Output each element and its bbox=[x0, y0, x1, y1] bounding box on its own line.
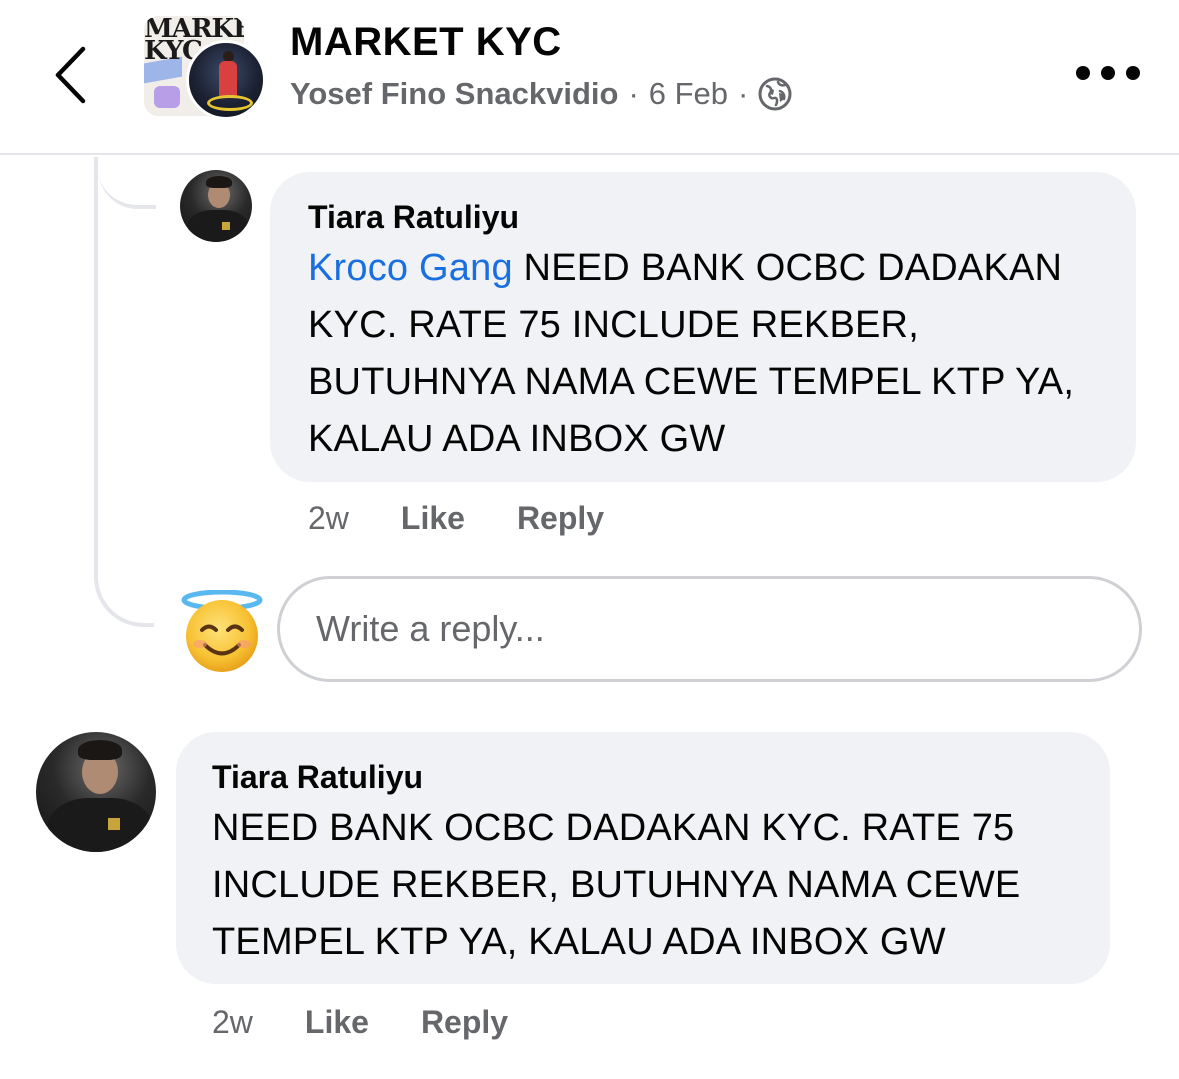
post-author[interactable]: Yosef Fino Snackvidio bbox=[290, 76, 618, 112]
avatar-hair bbox=[78, 740, 122, 760]
logo-decoration bbox=[154, 86, 180, 108]
reply-button[interactable]: Reply bbox=[421, 1004, 508, 1041]
commenter-avatar[interactable] bbox=[36, 732, 156, 852]
thread-connector bbox=[94, 157, 154, 627]
reply-button[interactable]: Reply bbox=[517, 500, 604, 537]
comment-actions: 2w Like Reply bbox=[308, 500, 656, 537]
avatar-jacket bbox=[48, 798, 152, 852]
avatar-jacket bbox=[188, 210, 248, 242]
avatar-badge bbox=[108, 818, 120, 830]
meta-separator: · bbox=[628, 76, 639, 111]
meta-separator: · bbox=[738, 76, 749, 111]
avatar-hair bbox=[206, 176, 232, 188]
comment-text: Kroco Gang NEED BANK OCBC DADAKAN KYC. R… bbox=[308, 240, 1100, 468]
post-header: MARKETKYC MARKET KYC Yosef Fino Snackvid… bbox=[0, 0, 1179, 155]
avatar-figure-body bbox=[219, 61, 237, 97]
mention-link[interactable]: Kroco Gang bbox=[308, 247, 513, 289]
avatar-badge bbox=[222, 222, 230, 230]
comment-bubble[interactable]: Tiara Ratuliyu Kroco Gang NEED BANK OCBC… bbox=[270, 172, 1136, 482]
author-avatar[interactable] bbox=[186, 40, 266, 120]
comment-bubble[interactable]: Tiara Ratuliyu NEED BANK OCBC DADAKAN KY… bbox=[176, 732, 1110, 984]
back-button[interactable] bbox=[40, 40, 100, 110]
like-button[interactable]: Like bbox=[305, 1004, 369, 1041]
globe-icon bbox=[758, 77, 792, 111]
comment-timestamp[interactable]: 2w bbox=[308, 500, 349, 537]
post-meta: Yosef Fino Snackvidio · 6 Feb · bbox=[290, 76, 792, 112]
smiling-face-with-halo-icon bbox=[180, 589, 264, 674]
chevron-left-icon bbox=[55, 46, 86, 104]
comment-body: NEED BANK OCBC DADAKAN KYC. RATE 75 INCL… bbox=[212, 807, 1021, 963]
more-options-button[interactable] bbox=[1076, 58, 1140, 88]
more-horizontal-icon bbox=[1076, 66, 1090, 80]
comment-actions: 2w Like Reply bbox=[212, 1004, 560, 1041]
more-dot bbox=[1126, 66, 1140, 80]
group-title[interactable]: MARKET KYC bbox=[290, 20, 562, 65]
reply-placeholder: Write a reply... bbox=[316, 608, 545, 649]
comment-timestamp[interactable]: 2w bbox=[212, 1004, 253, 1041]
more-dot bbox=[1101, 66, 1115, 80]
like-button[interactable]: Like bbox=[401, 500, 465, 537]
reply-input[interactable]: Write a reply... bbox=[277, 576, 1142, 682]
commenter-name[interactable]: Tiara Ratuliyu bbox=[212, 754, 1074, 800]
commenter-avatar[interactable] bbox=[180, 170, 252, 242]
avatar-figure-bike bbox=[207, 95, 253, 111]
commenter-name[interactable]: Tiara Ratuliyu bbox=[308, 194, 1100, 240]
post-date[interactable]: 6 Feb bbox=[649, 76, 728, 112]
